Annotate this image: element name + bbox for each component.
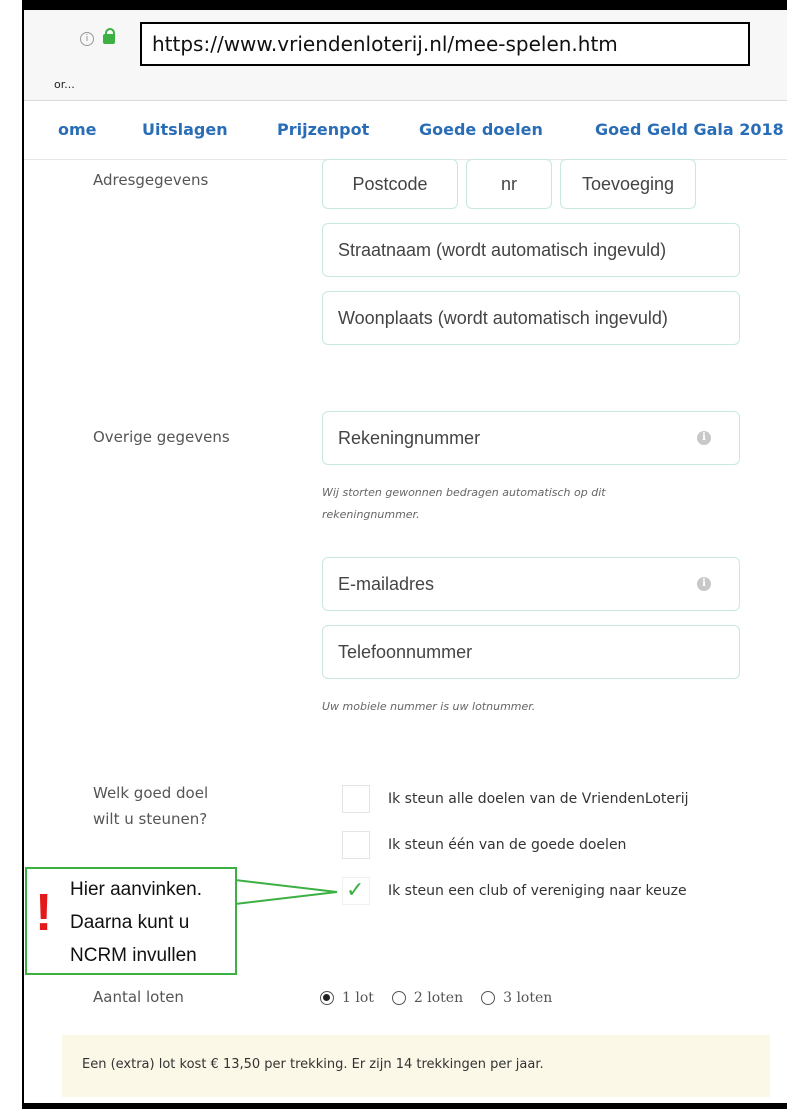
frame-left-border <box>22 0 24 1109</box>
street-input[interactable]: Straatnaam (wordt automatisch ingevuld) <box>322 223 740 277</box>
account-hint-line1: Wij storten gewonnen bedragen automatisc… <box>322 486 606 499</box>
checkmark-icon: ✓ <box>346 878 365 903</box>
callout-line3: NCRM invullen <box>70 945 197 966</box>
email-input[interactable]: E-mailadres i <box>322 557 740 611</box>
account-hint-line2: rekeningnummer. <box>322 508 420 521</box>
ticket-2-label[interactable]: 2 loten <box>414 990 463 1006</box>
nav-uitslagen[interactable]: Uitslagen <box>142 120 228 139</box>
other-section-label: Overige gegevens <box>93 428 230 446</box>
address-section-label: Adresgegevens <box>93 171 209 189</box>
charity-label-line2: wilt u steunen? <box>93 810 208 828</box>
callout-line2: Daarna kunt u <box>70 912 190 933</box>
addition-input[interactable]: Toevoeging <box>560 159 696 209</box>
exclamation-icon: ! <box>35 884 53 942</box>
frame-bottom-border <box>22 1103 787 1109</box>
charity-option-all-label[interactable]: Ik steun alle doelen van de VriendenLote… <box>388 791 689 807</box>
charity-option-club-label[interactable]: Ik steun een club of vereniging naar keu… <box>388 883 687 899</box>
charity-option-club-checkbox[interactable]: ✓ <box>342 877 370 905</box>
frame-top-border <box>22 0 787 10</box>
info-icon[interactable]: i <box>697 431 711 445</box>
account-number-placeholder: Rekeningnummer <box>338 427 481 448</box>
bookmark-item[interactable]: or... <box>54 78 75 91</box>
house-number-input[interactable]: nr <box>466 159 552 209</box>
price-notice-banner: Een (extra) lot kost € 13,50 per trekkin… <box>62 1035 770 1097</box>
price-notice-text: Een (extra) lot kost € 13,50 per trekkin… <box>82 1057 544 1072</box>
charity-section-label: Welk goed doel wilt u steunen? <box>93 780 208 832</box>
phone-input[interactable]: Telefoonnummer <box>322 625 740 679</box>
email-placeholder: E-mailadres <box>338 573 435 594</box>
postcode-input[interactable]: Postcode <box>322 159 458 209</box>
account-number-input[interactable]: Rekeningnummer i <box>322 411 740 465</box>
ticket-1-radio[interactable] <box>320 991 334 1005</box>
secure-lock-icon[interactable] <box>103 28 115 44</box>
nav-goede-doelen[interactable]: Goede doelen <box>419 120 543 139</box>
nav-home[interactable]: ome <box>58 120 97 139</box>
url-field[interactable]: https://www.vriendenloterij.nl/mee-spele… <box>140 22 750 66</box>
ticket-3-label[interactable]: 3 loten <box>503 990 552 1006</box>
charity-label-line1: Welk goed doel <box>93 784 209 802</box>
account-hint: Wij storten gewonnen bedragen automatisc… <box>322 482 606 526</box>
nav-goed-geld-gala[interactable]: Goed Geld Gala 2018 <box>595 120 784 139</box>
phone-hint: Uw mobiele nummer is uw lotnummer. <box>322 700 536 713</box>
info-icon[interactable]: i <box>697 577 711 591</box>
charity-option-one-checkbox[interactable] <box>342 831 370 859</box>
bookmarks-bar: or... <box>24 70 787 101</box>
main-navigation: ome Uitslagen Prijzenpot Goede doelen Go… <box>24 101 787 160</box>
charity-option-all-checkbox[interactable] <box>342 785 370 813</box>
nav-prijzenpot[interactable]: Prijzenpot <box>277 120 369 139</box>
ticket-1-label[interactable]: 1 lot <box>342 990 374 1006</box>
ticket-count-radio-group: 1 lot 2 loten 3 loten <box>320 985 570 1011</box>
ticket-2-radio[interactable] <box>391 991 406 1005</box>
ticket-3-radio[interactable] <box>481 991 496 1005</box>
tickets-section-label: Aantal loten <box>93 988 184 1006</box>
annotation-callout: ! Hier aanvinken. Daarna kunt u NCRM inv… <box>25 867 237 975</box>
site-info-icon[interactable]: i <box>80 32 94 46</box>
charity-option-one-label[interactable]: Ik steun één van de goede doelen <box>388 837 626 853</box>
callout-line1: Hier aanvinken. <box>70 879 203 900</box>
city-input[interactable]: Woonplaats (wordt automatisch ingevuld) <box>322 291 740 345</box>
